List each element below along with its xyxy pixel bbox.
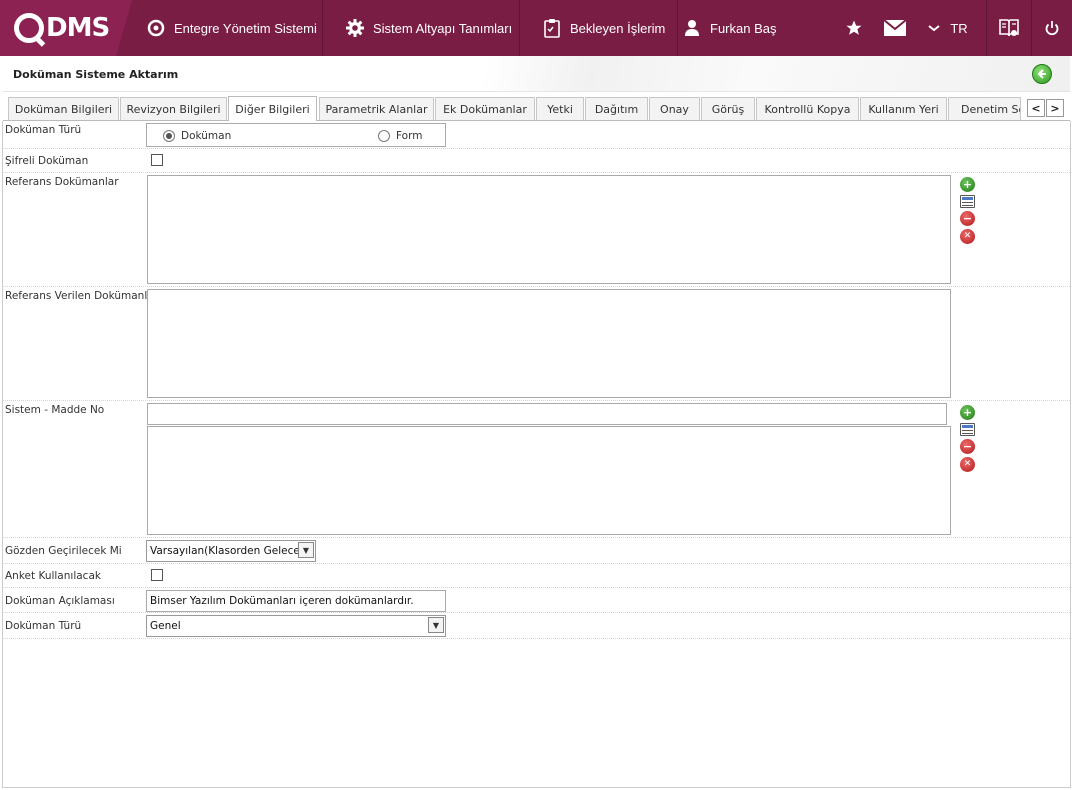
nav-separator	[322, 0, 323, 56]
tab-gorus[interactable]: Görüş	[701, 97, 755, 120]
tab-diger-bilgileri[interactable]: Diğer Bilgileri	[228, 96, 317, 121]
survey-label: Anket Kullanılacak	[5, 570, 101, 582]
doc-type2-select-value: Genel	[150, 620, 181, 632]
system-item-list[interactable]	[147, 426, 951, 535]
chevron-down-icon[interactable]: ▼	[298, 542, 314, 558]
tab-kullanim-yeri[interactable]: Kullanım Yeri	[860, 97, 947, 120]
mail-icon[interactable]	[882, 0, 908, 56]
nav-label: Entegre Yönetim Sistemi	[174, 20, 317, 36]
ref-given-list[interactable]	[147, 289, 951, 398]
q-logo-icon	[146, 18, 166, 38]
tab-onay[interactable]: Onay	[649, 97, 700, 120]
tab-ek-dokumanlar[interactable]: Ek Dokümanlar	[435, 97, 535, 120]
radio-form[interactable]: Form	[378, 130, 422, 142]
nav-separator	[986, 0, 987, 56]
user-icon	[682, 18, 702, 38]
nav-separator	[519, 0, 520, 56]
encrypted-checkbox[interactable]	[151, 154, 163, 166]
page-title: Doküman Sisteme Aktarım	[13, 68, 179, 81]
tab-bar: Doküman Bilgileri Revizyon Bilgileri Diğ…	[3, 96, 1070, 121]
nav-label: Sistem Altyapı Tanımları	[373, 20, 513, 36]
clipboard-icon	[542, 18, 562, 38]
power-icon[interactable]	[1038, 0, 1066, 56]
tab-dagitim[interactable]: Dağıtım	[585, 97, 648, 120]
nav-entegre-yonetim[interactable]: Entegre Yönetim Sistemi	[146, 0, 317, 56]
list-icon[interactable]	[960, 195, 975, 208]
review-select[interactable]: Varsayılan(Klasorden Gelecek) ▼	[146, 540, 316, 562]
page-header: Doküman Sisteme Aktarım	[3, 56, 1070, 92]
doc-type2-select[interactable]: Genel ▼	[146, 615, 446, 637]
nav-label: Furkan Baş	[710, 20, 777, 36]
ref-docs-actions: + − ✕	[960, 177, 976, 247]
gear-icon	[345, 18, 365, 38]
row-ref-given: Referans Verilen Dokümanlar	[3, 287, 1070, 401]
remove-icon[interactable]: −	[960, 211, 975, 226]
row-encrypted: Şifreli Doküman	[3, 149, 1070, 173]
qdms-logo[interactable]: DMS	[14, 12, 110, 44]
description-input[interactable]: Bimser Yazılım Dokümanları içeren doküma…	[146, 590, 446, 612]
nav-bekleyen-islerim[interactable]: Bekleyen İşlerim	[542, 0, 665, 56]
nav-separator	[1031, 0, 1032, 56]
review-label: Gözden Geçirilecek Mi	[5, 545, 122, 557]
star-icon[interactable]	[842, 0, 866, 56]
system-item-input[interactable]	[147, 403, 947, 425]
remove-icon[interactable]: −	[960, 439, 975, 454]
tab-revizyon-bilgileri[interactable]: Revizyon Bilgileri	[120, 97, 227, 120]
chevron-down-icon[interactable]	[924, 0, 944, 56]
tab-scroll-right-button[interactable]: >	[1046, 99, 1064, 117]
doc-type-radio-group: Doküman Form	[146, 123, 446, 147]
radio-dokuman[interactable]: Doküman	[163, 130, 231, 142]
doc-type-label: Doküman Türü	[5, 124, 82, 136]
language-label: TR	[950, 20, 968, 36]
radio-dot	[378, 130, 390, 142]
radio-label: Doküman	[181, 130, 232, 142]
tab-parametrik-alanlar[interactable]: Parametrik Alanlar	[319, 97, 434, 120]
row-survey: Anket Kullanılacak	[3, 564, 1070, 588]
tab-scroll-left-button[interactable]: <	[1027, 99, 1045, 117]
system-item-actions: + − ✕	[960, 405, 976, 475]
tab-kontrollu-kopya[interactable]: Kontrollü Kopya	[756, 97, 859, 120]
radio-label: Form	[396, 130, 423, 142]
book-icon[interactable]	[993, 0, 1025, 56]
ref-given-label: Referans Verilen Dokümanlar	[5, 290, 158, 302]
add-icon[interactable]: +	[960, 405, 975, 420]
q-logo-icon	[14, 13, 44, 43]
row-ref-docs: Referans Dokümanlar + − ✕	[3, 173, 1070, 287]
top-navigation-bar: DMS Entegre Yönetim Sistemi Sistem Altya…	[0, 0, 1072, 56]
row-doc-type2: Doküman Türü Genel ▼	[3, 613, 1070, 639]
clear-icon[interactable]: ✕	[960, 457, 975, 472]
list-icon[interactable]	[960, 423, 975, 436]
row-doc-type: Doküman Türü Doküman Form	[3, 121, 1070, 149]
survey-checkbox[interactable]	[151, 569, 163, 581]
nav-separator	[677, 0, 678, 56]
chevron-down-icon[interactable]: ▼	[428, 617, 444, 633]
radio-dot-selected	[163, 130, 175, 142]
system-item-label: Sistem - Madde No	[5, 404, 105, 416]
row-review: Gözden Geçirilecek Mi Varsayılan(Klasord…	[3, 538, 1070, 564]
ref-docs-label: Referans Dokümanlar	[5, 176, 119, 188]
nav-user-profile[interactable]: Furkan Baş	[682, 0, 776, 56]
ref-docs-list[interactable]	[147, 175, 951, 284]
nav-label: Bekleyen İşlerim	[570, 20, 666, 36]
row-description: Doküman Açıklaması Bimser Yazılım Doküma…	[3, 588, 1070, 613]
clear-icon[interactable]: ✕	[960, 229, 975, 244]
tab-denetim-sorulari[interactable]: Denetim Sor	[948, 97, 1021, 120]
tab-yetki[interactable]: Yetki	[536, 97, 584, 120]
review-select-value: Varsayılan(Klasorden Gelecek)	[150, 545, 311, 557]
description-label: Doküman Açıklaması	[5, 595, 115, 607]
doc-type2-label: Doküman Türü	[5, 620, 82, 632]
logo-text: DMS	[46, 13, 110, 43]
nav-sistem-altyapi[interactable]: Sistem Altyapı Tanımları	[345, 0, 512, 56]
back-arrow-icon[interactable]	[1032, 64, 1052, 84]
tab-dokuman-bilgileri[interactable]: Doküman Bilgileri	[8, 97, 119, 120]
encrypted-label: Şifreli Doküman	[5, 155, 89, 167]
add-icon[interactable]: +	[960, 177, 975, 192]
row-system-item: Sistem - Madde No + − ✕	[3, 401, 1070, 538]
language-selector[interactable]: TR	[946, 0, 972, 56]
